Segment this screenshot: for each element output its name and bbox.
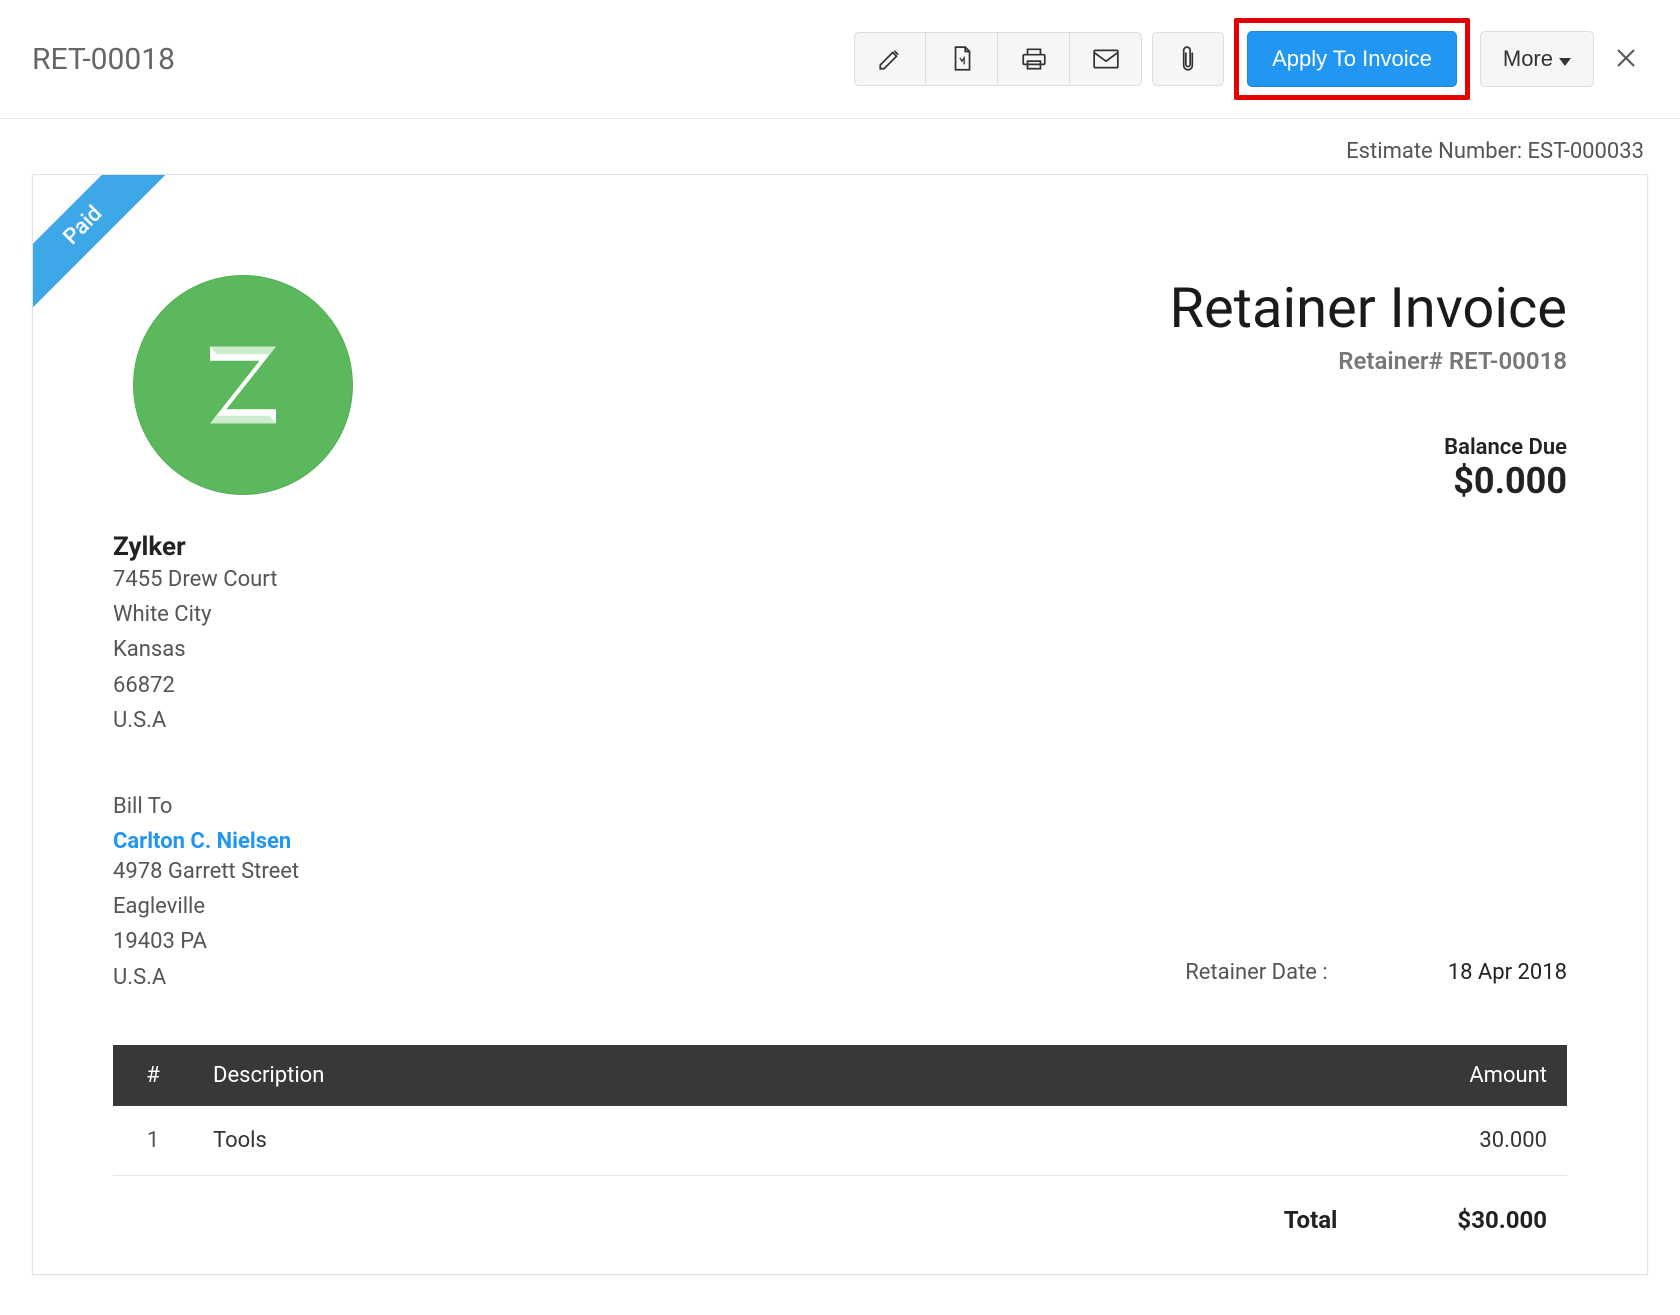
bill-addr2: Eagleville [113, 889, 299, 924]
col-num: # [113, 1045, 193, 1106]
more-button[interactable]: More [1480, 31, 1594, 87]
print-button[interactable] [998, 32, 1070, 86]
bill-to-name[interactable]: Carlton C. Nielsen [113, 829, 299, 854]
retainer-date-label: Retainer Date : [1185, 960, 1328, 985]
item-amount: 30.000 [966, 1106, 1567, 1176]
company-addr5: U.S.A [113, 703, 1567, 738]
invoice-card: Paid Retainer Invoice Retainer# RET-0001… [32, 174, 1648, 1275]
apply-highlight: Apply To Invoice [1234, 18, 1470, 100]
page-title: RET-00018 [32, 42, 175, 77]
close-icon [1614, 46, 1638, 70]
total-row: Total $30.000 [113, 1176, 1567, 1234]
balance-label: Balance Due [1169, 435, 1567, 460]
company-addr1: 7455 Drew Court [113, 562, 1567, 597]
col-amount: Amount [966, 1045, 1567, 1106]
pdf-button[interactable] [926, 32, 998, 86]
invoice-subtitle: Retainer# RET-00018 [1169, 347, 1567, 375]
pencil-icon [877, 46, 903, 72]
bill-addr4: U.S.A [113, 960, 299, 995]
attach-group [1152, 32, 1224, 86]
printer-icon [1020, 46, 1048, 72]
company-name: Zylker [113, 532, 1567, 562]
table-header-row: # Description Amount [113, 1045, 1567, 1106]
company-block: Zylker 7455 Drew Court White City Kansas… [113, 532, 1567, 738]
more-label: More [1503, 46, 1553, 72]
estimate-number: Estimate Number: EST-000033 [0, 119, 1680, 174]
logo-block [113, 275, 353, 495]
items-table: # Description Amount 1 Tools 30.000 [113, 1045, 1567, 1176]
company-addr3: Kansas [113, 632, 1567, 667]
paperclip-icon [1178, 45, 1198, 73]
table-row: 1 Tools 30.000 [113, 1106, 1567, 1176]
apply-to-invoice-button[interactable]: Apply To Invoice [1247, 31, 1457, 87]
bill-to-block: Bill To Carlton C. Nielsen 4978 Garrett … [113, 794, 299, 995]
company-addr2: White City [113, 597, 1567, 632]
invoice-title: Retainer Invoice [1169, 275, 1567, 341]
meta-row: Bill To Carlton C. Nielsen 4978 Garrett … [113, 738, 1567, 995]
item-num: 1 [113, 1106, 193, 1176]
retainer-date: Retainer Date : 18 Apr 2018 [1185, 960, 1567, 995]
edit-button[interactable] [854, 32, 926, 86]
attach-button[interactable] [1152, 32, 1224, 86]
title-block: Retainer Invoice Retainer# RET-00018 Bal… [1169, 275, 1567, 502]
total-value: $30.000 [1457, 1206, 1547, 1234]
retainer-date-value: 18 Apr 2018 [1448, 960, 1567, 985]
caret-down-icon [1559, 46, 1571, 72]
balance-block: Balance Due $0.000 [1169, 435, 1567, 502]
header-bar: RET-00018 Apply To Invoice More [0, 0, 1680, 119]
mail-icon [1092, 48, 1120, 70]
z-logo-icon [188, 330, 298, 440]
email-button[interactable] [1070, 32, 1142, 86]
company-addr4: 66872 [113, 668, 1567, 703]
balance-value: $0.000 [1169, 460, 1567, 502]
header-actions: Apply To Invoice More [854, 18, 1648, 100]
bill-addr3: 19403 PA [113, 924, 299, 959]
col-desc: Description [193, 1045, 966, 1106]
toolbar-group [854, 32, 1142, 86]
invoice-top: Retainer Invoice Retainer# RET-00018 Bal… [113, 275, 1567, 502]
pdf-icon [949, 45, 975, 73]
bill-to-label: Bill To [113, 794, 299, 819]
bill-addr1: 4978 Garrett Street [113, 854, 299, 889]
close-button[interactable] [1604, 43, 1648, 75]
company-logo [133, 275, 353, 495]
total-label: Total [1284, 1206, 1338, 1234]
item-desc: Tools [193, 1106, 966, 1176]
